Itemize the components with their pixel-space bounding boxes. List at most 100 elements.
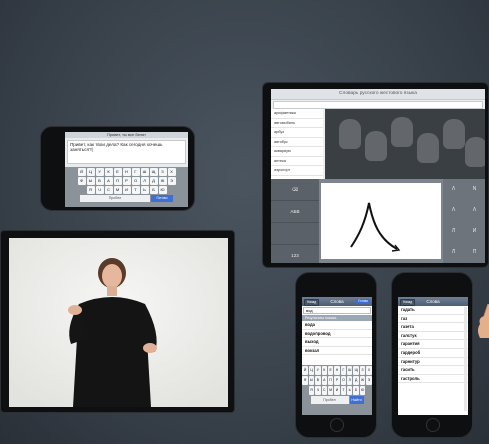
key[interactable]: Ш [140, 168, 149, 176]
key[interactable]: О [131, 177, 140, 185]
alphabet-index-scrollbar[interactable] [464, 307, 467, 411]
list-item[interactable]: автомобиль [271, 119, 323, 128]
key[interactable]: Т [131, 186, 140, 194]
key[interactable]: О [340, 376, 347, 385]
list-item[interactable]: выход [302, 338, 372, 347]
back-button[interactable]: Назад [400, 299, 416, 306]
back-button[interactable]: Назад [304, 299, 320, 306]
candidate-char[interactable]: Λ [443, 179, 464, 200]
key[interactable]: В [315, 376, 321, 385]
key[interactable]: Е [327, 366, 334, 375]
key[interactable]: А [104, 177, 113, 185]
abc-key[interactable]: АБВ [271, 201, 319, 223]
space-key[interactable]: Пробел [310, 396, 349, 404]
key[interactable]: Ы [308, 376, 315, 385]
list-item[interactable]: вокзал [302, 347, 372, 356]
done-button[interactable]: Готово [356, 299, 370, 304]
key[interactable]: Б [353, 386, 359, 395]
home-button[interactable] [426, 418, 440, 432]
key[interactable]: Ь [347, 386, 353, 395]
key[interactable]: С [104, 186, 113, 194]
candidate-char[interactable]: И [464, 221, 485, 242]
list-item[interactable]: газ [398, 315, 468, 324]
key[interactable]: Б [149, 186, 158, 194]
candidate-char[interactable]: Л [443, 221, 464, 242]
key[interactable]: Ц [86, 168, 95, 176]
space-key[interactable]: Пробел [80, 195, 150, 202]
list-item[interactable]: арбуз [271, 128, 323, 138]
home-button[interactable] [330, 418, 344, 432]
list-item[interactable]: гастроль [398, 375, 468, 384]
list-item[interactable]: водопровод [302, 330, 372, 339]
key[interactable]: Н [334, 366, 340, 375]
key[interactable]: И [334, 386, 340, 395]
message-text-field[interactable]: Привет, как твои дела? Как сегодня хочеш… [67, 140, 186, 164]
key[interactable]: Ж [158, 177, 167, 185]
search-key[interactable]: Найти [349, 396, 364, 404]
key[interactable]: Ф [302, 376, 308, 385]
sign-language-video[interactable] [9, 238, 228, 407]
numbers-key[interactable]: 123 [271, 245, 319, 263]
key[interactable]: З [158, 168, 167, 176]
list-item[interactable]: гарантия [398, 340, 468, 349]
tablet-search-field[interactable] [273, 101, 483, 109]
list-item[interactable]: галстук [398, 332, 468, 341]
key[interactable]: Щ [353, 366, 359, 375]
search-input[interactable]: вод [303, 307, 371, 314]
key[interactable]: Й [77, 168, 86, 176]
list-item[interactable]: гарнитур [398, 358, 468, 367]
key[interactable]: Э [167, 177, 176, 185]
list-item[interactable]: гасить [398, 366, 468, 375]
list-item[interactable]: арифметика [271, 109, 323, 119]
list-item[interactable]: аптека [271, 157, 323, 166]
key[interactable]: Ч [95, 186, 104, 194]
list-item[interactable]: аквариум [271, 147, 323, 157]
candidate-char[interactable]: Λ [464, 200, 485, 221]
key[interactable]: Ю [158, 186, 167, 194]
key[interactable]: А [321, 376, 327, 385]
key[interactable]: И [122, 186, 131, 194]
key[interactable]: Ю [359, 386, 366, 395]
key[interactable]: Щ [149, 168, 158, 176]
key[interactable]: Ч [315, 386, 321, 395]
key[interactable]: С [321, 386, 327, 395]
key[interactable]: Л [347, 376, 353, 385]
key[interactable]: Р [122, 177, 131, 185]
key[interactable]: Н [122, 168, 131, 176]
globe-key[interactable]: ⌫ [271, 179, 319, 201]
list-item[interactable]: гардероб [398, 349, 468, 358]
list-item[interactable]: автобус [271, 138, 323, 147]
key[interactable]: Ж [359, 376, 366, 385]
key[interactable]: Д [149, 177, 158, 185]
key[interactable]: Л [140, 177, 149, 185]
candidate-char[interactable]: Л [443, 242, 464, 263]
key[interactable]: Т [340, 386, 347, 395]
key[interactable]: В [95, 177, 104, 185]
key[interactable]: Р [334, 376, 340, 385]
key[interactable]: Г [131, 168, 140, 176]
key[interactable]: Й [302, 366, 308, 375]
list-item[interactable]: газета [398, 323, 468, 332]
candidate-char[interactable]: Λ [443, 200, 464, 221]
key[interactable]: М [113, 186, 122, 194]
key[interactable]: Д [353, 376, 359, 385]
key[interactable]: Х [167, 168, 176, 176]
key[interactable]: Ф [77, 177, 86, 185]
key[interactable]: Э [366, 376, 372, 385]
list-item[interactable]: аэропорт [271, 166, 323, 176]
list-item[interactable]: вода [302, 321, 372, 330]
key[interactable]: Ы [86, 177, 95, 185]
key[interactable]: У [315, 366, 321, 375]
done-key[interactable]: Готово [151, 195, 173, 202]
key[interactable]: Х [366, 366, 372, 375]
key[interactable]: М [327, 386, 334, 395]
side-key[interactable] [271, 223, 319, 245]
key[interactable]: К [104, 168, 113, 176]
key[interactable]: П [327, 376, 334, 385]
key[interactable]: Я [86, 186, 95, 194]
key[interactable]: Ь [140, 186, 149, 194]
key[interactable]: Я [308, 386, 315, 395]
key[interactable]: З [359, 366, 366, 375]
key[interactable]: Ц [308, 366, 315, 375]
candidate-char[interactable]: Ν [464, 179, 485, 200]
